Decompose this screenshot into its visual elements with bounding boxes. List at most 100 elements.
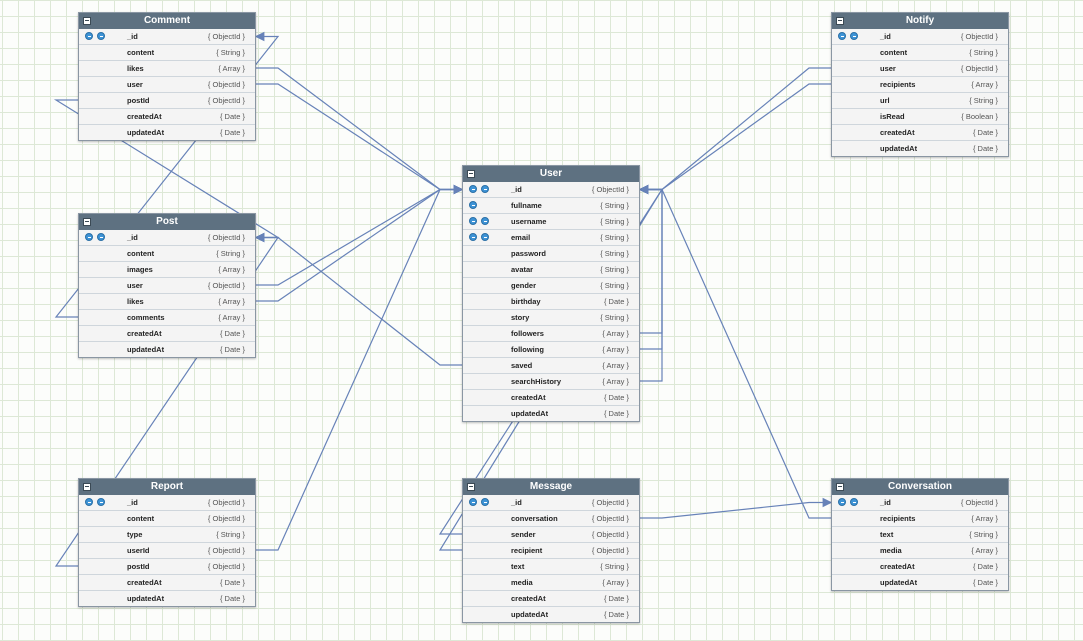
entity-header[interactable]: User bbox=[463, 166, 639, 182]
field-row[interactable]: text { String } bbox=[832, 526, 1008, 542]
field-row[interactable]: story { String } bbox=[463, 309, 639, 325]
entity-user[interactable]: User _id{ ObjectId } fullname{ String } us… bbox=[462, 165, 640, 422]
field-row[interactable]: _id { ObjectId } bbox=[463, 182, 639, 197]
field-row[interactable]: content { String } bbox=[832, 44, 1008, 60]
field-name: _id bbox=[511, 498, 522, 507]
field-row[interactable]: content { ObjectId } bbox=[79, 510, 255, 526]
field-row[interactable]: conversation { ObjectId } bbox=[463, 510, 639, 526]
collapse-icon[interactable] bbox=[836, 17, 844, 25]
field-row[interactable]: createdAt { Date } bbox=[463, 590, 639, 606]
entity-notify[interactable]: Notify _id{ ObjectId } content{ String } u… bbox=[831, 12, 1009, 157]
field-row[interactable]: text { String } bbox=[463, 558, 639, 574]
field-name: createdAt bbox=[127, 578, 162, 587]
field-row[interactable]: updatedAt { Date } bbox=[463, 606, 639, 622]
field-row[interactable]: postId { ObjectId } bbox=[79, 558, 255, 574]
field-row[interactable]: isRead { Boolean } bbox=[832, 108, 1008, 124]
field-name: _id bbox=[127, 32, 138, 41]
field-row[interactable]: updatedAt { Date } bbox=[463, 405, 639, 421]
field-row[interactable]: sender { ObjectId } bbox=[463, 526, 639, 542]
field-row[interactable]: content { String } bbox=[79, 44, 255, 60]
field-row[interactable]: comments { Array } bbox=[79, 309, 255, 325]
field-type: { Date } bbox=[219, 112, 245, 121]
field-row[interactable]: saved { Array } bbox=[463, 357, 639, 373]
field-row[interactable]: updatedAt { Date } bbox=[79, 124, 255, 140]
field-row[interactable]: type { String } bbox=[79, 526, 255, 542]
field-name: updatedAt bbox=[127, 594, 165, 603]
field-type: { Date } bbox=[603, 297, 629, 306]
field-row[interactable]: userId { ObjectId } bbox=[79, 542, 255, 558]
entity-header[interactable]: Conversation bbox=[832, 479, 1008, 495]
primary-key-icon bbox=[838, 498, 846, 506]
field-row[interactable]: createdAt { Date } bbox=[463, 389, 639, 405]
collapse-icon[interactable] bbox=[83, 218, 91, 226]
index-key-icon bbox=[97, 233, 105, 241]
field-row[interactable]: postId { ObjectId } bbox=[79, 92, 255, 108]
field-type: { ObjectId } bbox=[960, 64, 998, 73]
field-row[interactable]: password { String } bbox=[463, 245, 639, 261]
field-row[interactable]: images { Array } bbox=[79, 261, 255, 277]
field-row[interactable]: avatar { String } bbox=[463, 261, 639, 277]
field-row[interactable]: recipient { ObjectId } bbox=[463, 542, 639, 558]
field-row[interactable]: media { Array } bbox=[463, 574, 639, 590]
collapse-icon[interactable] bbox=[83, 17, 91, 25]
field-row[interactable]: recipients { Array } bbox=[832, 76, 1008, 92]
collapse-icon[interactable] bbox=[467, 483, 475, 491]
entity-header[interactable]: Comment bbox=[79, 13, 255, 29]
field-row[interactable]: createdAt { Date } bbox=[79, 574, 255, 590]
entity-header[interactable]: Notify bbox=[832, 13, 1008, 29]
entity-report[interactable]: Report _id { ObjectId } content { ObjectId … bbox=[78, 478, 256, 607]
field-row[interactable]: username { String } bbox=[463, 213, 639, 229]
field-row[interactable]: createdAt { Date } bbox=[79, 108, 255, 124]
field-row[interactable]: gender { String } bbox=[463, 277, 639, 293]
field-row[interactable]: _id { ObjectId } bbox=[832, 29, 1008, 44]
collapse-icon[interactable] bbox=[83, 483, 91, 491]
field-row[interactable]: user { ObjectId } bbox=[79, 76, 255, 92]
field-name: _id bbox=[127, 233, 138, 242]
field-row[interactable]: following { Array } bbox=[463, 341, 639, 357]
collapse-icon[interactable] bbox=[836, 483, 844, 491]
field-row[interactable]: createdAt { Date } bbox=[832, 124, 1008, 140]
field-row[interactable]: likes { Array } bbox=[79, 60, 255, 76]
field-row[interactable]: content { String } bbox=[79, 245, 255, 261]
field-row[interactable]: user { ObjectId } bbox=[79, 277, 255, 293]
field-row[interactable]: fullname { String } bbox=[463, 197, 639, 213]
field-row[interactable]: updatedAt { Date } bbox=[79, 341, 255, 357]
field-row[interactable]: user { ObjectId } bbox=[832, 60, 1008, 76]
field-row[interactable]: createdAt { Date } bbox=[832, 558, 1008, 574]
entity-post[interactable]: Post _id { ObjectId } content { String } ima… bbox=[78, 213, 256, 358]
entity-conversation[interactable]: Conversation _id { ObjectId } recipients { … bbox=[831, 478, 1009, 591]
field-row[interactable]: updatedAt { Date } bbox=[832, 574, 1008, 590]
entity-comment[interactable]: Comment _id { ObjectId } content { String }… bbox=[78, 12, 256, 141]
field-row[interactable]: email { String } bbox=[463, 229, 639, 245]
entity-header[interactable]: Message bbox=[463, 479, 639, 495]
field-row[interactable]: _id { ObjectId } bbox=[79, 230, 255, 245]
relation-wire bbox=[256, 184, 464, 302]
field-row[interactable]: _id { ObjectId } bbox=[79, 495, 255, 510]
field-row[interactable]: likes { Array } bbox=[79, 293, 255, 309]
field-row[interactable]: followers { Array } bbox=[463, 325, 639, 341]
entity-message[interactable]: Message _id { ObjectId } conversation { Obj… bbox=[462, 478, 640, 623]
field-name: _id bbox=[127, 498, 138, 507]
field-row[interactable]: media { Array } bbox=[832, 542, 1008, 558]
collapse-icon[interactable] bbox=[467, 170, 475, 178]
field-row[interactable]: _id { ObjectId } bbox=[832, 495, 1008, 510]
field-row[interactable]: createdAt { Date } bbox=[79, 325, 255, 341]
field-name: updatedAt bbox=[127, 345, 165, 354]
field-row[interactable]: recipients { Array } bbox=[832, 510, 1008, 526]
field-row[interactable]: updatedAt { Date } bbox=[832, 140, 1008, 156]
entity-header[interactable]: Report bbox=[79, 479, 255, 495]
field-row[interactable]: searchHistory { Array } bbox=[463, 373, 639, 389]
field-row[interactable]: _id { ObjectId } bbox=[463, 495, 639, 510]
field-row[interactable]: updatedAt { Date } bbox=[79, 590, 255, 606]
field-row[interactable]: birthday { Date } bbox=[463, 293, 639, 309]
field-row[interactable]: url { String } bbox=[832, 92, 1008, 108]
field-name: media bbox=[880, 546, 902, 555]
field-name: searchHistory bbox=[511, 377, 562, 386]
entity-header[interactable]: Post bbox=[79, 214, 255, 230]
field-type: { String } bbox=[969, 530, 998, 539]
field-type: { Date } bbox=[603, 409, 629, 418]
index-key-icon bbox=[850, 32, 858, 40]
field-row[interactable]: _id { ObjectId } bbox=[79, 29, 255, 44]
field-type: { ObjectId } bbox=[207, 233, 245, 242]
field-type: { ObjectId } bbox=[207, 562, 245, 571]
